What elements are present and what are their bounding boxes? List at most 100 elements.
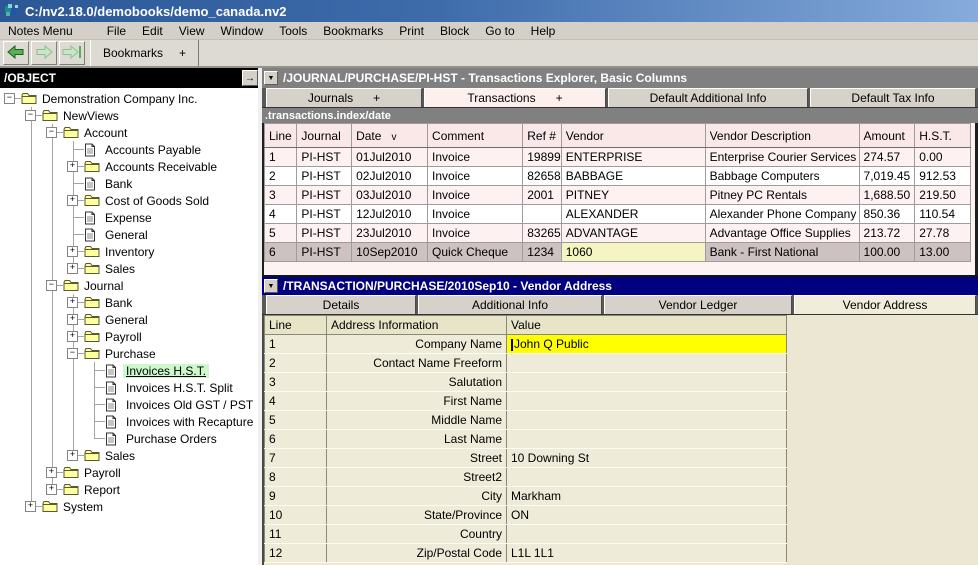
cell[interactable]: 912.53 [915,167,971,186]
cell[interactable]: 19899 [523,148,561,167]
plus-box-icon[interactable]: + [67,195,78,206]
cell[interactable]: 213.72 [859,224,915,243]
cell[interactable]: Bank - First National [705,243,859,262]
cell[interactable]: 4 [265,205,297,224]
tree-item-sales[interactable]: +Sales [0,260,258,277]
address-field-label-cell[interactable]: Middle Name [327,411,507,430]
address-field-label-cell[interactable]: Street2 [327,468,507,487]
cell[interactable]: PI-HST [297,205,352,224]
address-field-label-cell[interactable]: Street [327,449,507,468]
cell[interactable]: Babbage Computers [705,167,859,186]
address-row[interactable]: 7Street10 Downing St [265,449,787,468]
tree-item-label[interactable]: Demonstration Company Inc. [39,92,200,106]
line-number-cell[interactable]: 1 [265,335,327,354]
line-number-cell[interactable]: 5 [265,411,327,430]
vendor-cell-highlighted[interactable]: 1060 [561,243,705,262]
tree-item-accounts-payable[interactable]: Accounts Payable [0,141,258,158]
cell[interactable]: 2001 [523,186,561,205]
panel-expand-arrow-icon[interactable]: → [242,70,258,86]
column-header-address-information[interactable]: Address Information [327,316,507,335]
tree-item-label[interactable]: Bank [102,177,135,191]
tree-item-invoices-old-gst-pst[interactable]: Invoices Old GST / PST [0,396,258,413]
cell[interactable]: Alexander Phone Company L [705,205,859,224]
transaction-row[interactable]: 5PI-HST23Jul2010Invoice83265ADVANTAGEAdv… [265,224,971,243]
transaction-row[interactable]: 3PI-HST03Jul2010Invoice2001PITNEYPitney … [265,186,971,205]
tab-vendor-ledger[interactable]: Vendor Ledger [604,295,792,314]
column-header-h-s-t[interactable]: H.S.T. [915,124,971,148]
tree-item-label[interactable]: Sales [102,449,138,463]
tree-item-invoices-with-recapture[interactable]: Invoices with Recapture [0,413,258,430]
menu-item-edit[interactable]: Edit [134,22,171,39]
tree-item-account[interactable]: −Account [0,124,258,141]
tree-item-label[interactable]: Purchase [102,347,159,361]
tree-item-demonstration-company-inc[interactable]: − Demonstration Company Inc. [0,90,258,107]
address-row[interactable]: 3Salutation [265,373,787,392]
menu-item-block[interactable]: Block [432,22,477,39]
plus-box-icon[interactable]: + [25,501,36,512]
menu-item-notes-menu[interactable]: Notes Menu [0,22,81,39]
address-row[interactable]: 9CityMarkham [265,487,787,506]
tree-item-invoices-h-s-t[interactable]: Invoices H.S.T. [0,362,258,379]
menu-item-view[interactable]: View [171,22,213,39]
cell[interactable]: 274.57 [859,148,915,167]
address-row[interactable]: 2Contact Name Freeform [265,354,787,373]
tab-transactions[interactable]: Transactions+ [424,88,606,107]
tree-item-invoices-h-s-t-split[interactable]: Invoices H.S.T. Split [0,379,258,396]
transaction-row[interactable]: 6PI-HST10Sep2010Quick Cheque12341060Bank… [265,243,971,262]
address-row[interactable]: 1Company NameJohn Q Public [265,335,787,354]
address-field-label-cell[interactable]: First Name [327,392,507,411]
cell[interactable]: Quick Cheque [428,243,523,262]
menu-item-file[interactable]: File [99,22,134,39]
tree-item-label[interactable]: NewViews [60,109,122,123]
cell[interactable]: 5 [265,224,297,243]
cell[interactable]: 219.50 [915,186,971,205]
tree-item-label[interactable]: Bank [102,296,135,310]
cell[interactable]: 100.00 [859,243,915,262]
tree-item-label[interactable]: Expense [102,211,155,225]
menu-item-help[interactable]: Help [523,22,564,39]
address-row[interactable]: 11Country [265,525,787,544]
address-row[interactable]: 5Middle Name [265,411,787,430]
tree-item-bank[interactable]: Bank [0,175,258,192]
menu-item-go-to[interactable]: Go to [477,22,522,39]
dropdown-icon[interactable]: ▼ [264,71,278,85]
cell[interactable]: PI-HST [297,148,352,167]
cell[interactable]: 23Jul2010 [352,224,428,243]
line-number-cell[interactable]: 11 [265,525,327,544]
cell[interactable]: 13.00 [915,243,971,262]
tree-item-label[interactable]: Journal [81,279,126,293]
tree-item-inventory[interactable]: +Inventory [0,243,258,260]
value-cell[interactable]: ON [507,506,787,525]
tree-item-accounts-receivable[interactable]: +Accounts Receivable [0,158,258,175]
column-header-amount[interactable]: Amount [859,124,915,148]
tree-item-label[interactable]: General [102,313,151,327]
cell[interactable]: Invoice [428,167,523,186]
tree-item-label[interactable]: Payroll [81,466,124,480]
line-number-cell[interactable]: 2 [265,354,327,373]
minus-box-icon[interactable]: − [4,93,15,104]
address-field-label-cell[interactable]: Company Name [327,335,507,354]
plus-box-icon[interactable]: + [67,314,78,325]
tab-journals[interactable]: Journals+ [266,88,422,107]
tree-item-bank[interactable]: +Bank [0,294,258,311]
cell[interactable]: Advantage Office Supplies [705,224,859,243]
column-header-value[interactable]: Value [507,316,787,335]
tree-item-newviews[interactable]: −NewViews [0,107,258,124]
menu-item-tools[interactable]: Tools [271,22,315,39]
tab-default-tax-info[interactable]: Default Tax Info [810,88,976,107]
bookmarks-button[interactable]: Bookmarks+ [90,40,199,66]
cell[interactable]: 01Jul2010 [352,148,428,167]
tree-item-label[interactable]: Report [81,483,123,497]
plus-box-icon[interactable]: + [67,263,78,274]
value-cell[interactable]: L1L 1L1 [507,544,787,563]
tree-item-sales[interactable]: +Sales [0,447,258,464]
tree-item-label[interactable]: Invoices with Recapture [123,415,256,429]
address-row[interactable]: 8Street2 [265,468,787,487]
cell[interactable]: ALEXANDER [561,205,705,224]
value-cell[interactable] [507,354,787,373]
transaction-row[interactable]: 1PI-HST01Jul2010Invoice19899ENTERPRISEEn… [265,148,971,167]
cell[interactable]: Invoice [428,205,523,224]
line-number-cell[interactable]: 12 [265,544,327,563]
cell[interactable]: 03Jul2010 [352,186,428,205]
cell[interactable]: Invoice [428,224,523,243]
